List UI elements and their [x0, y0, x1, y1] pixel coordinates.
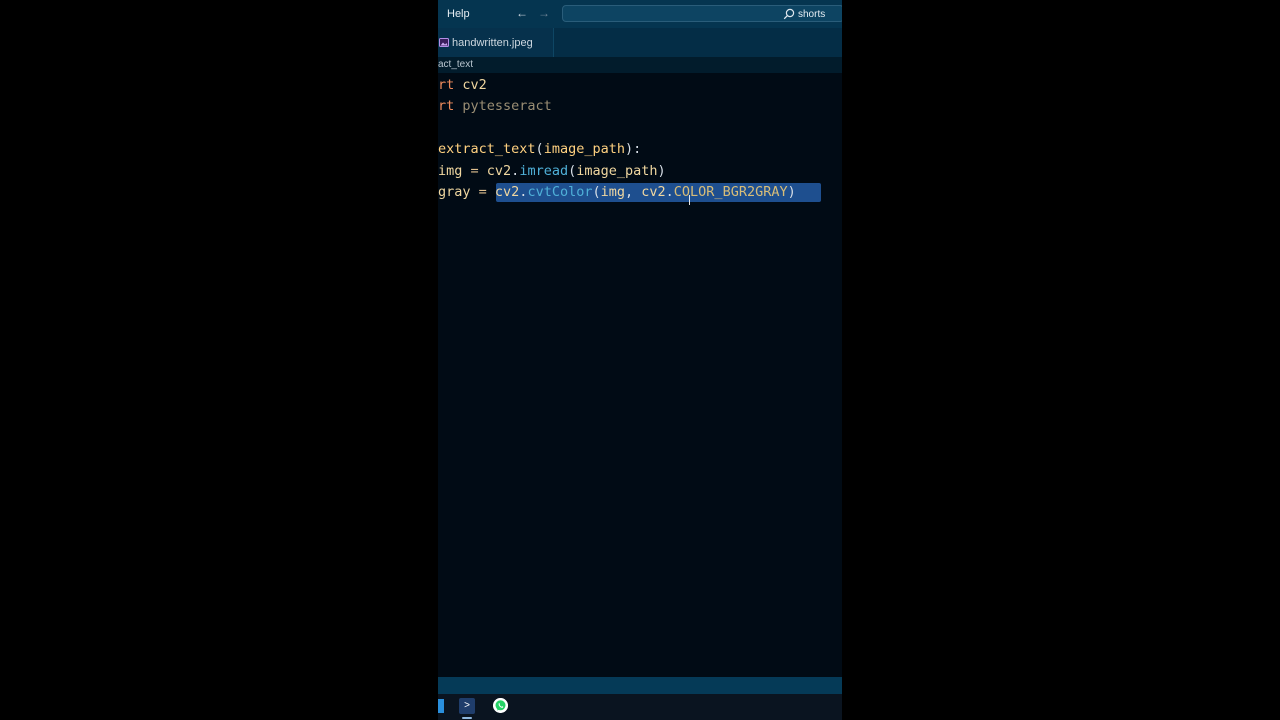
search-text: shorts [798, 9, 826, 20]
import-keyword: rt [438, 77, 455, 93]
comma: , [625, 184, 642, 200]
constant: COLOR_BGR2GRAY [673, 184, 788, 200]
whatsapp-icon[interactable] [493, 698, 508, 713]
function-name: extract_text [438, 141, 536, 157]
variable: gray [438, 184, 471, 200]
object: cv2 [641, 184, 666, 200]
active-indicator [462, 717, 472, 719]
menu-help[interactable]: Help [447, 8, 470, 20]
title-bar: Help ← → shorts [438, 0, 842, 28]
module-name: pytesseract [462, 98, 552, 114]
paren-open: ( [568, 163, 577, 179]
argument: image_path [576, 163, 658, 179]
paren-open: ( [592, 184, 601, 200]
object: cv2 [494, 184, 520, 200]
import-keyword: rt [438, 98, 455, 114]
operator: = [462, 163, 487, 179]
editor-window: Help ← → shorts handwritten.jpeg act_tex… [438, 0, 842, 720]
powershell-icon[interactable]: > [459, 698, 475, 714]
tab-bar: handwritten.jpeg [438, 28, 842, 57]
paren-open: ( [535, 141, 544, 157]
back-arrow-icon[interactable]: ← [516, 6, 528, 20]
mouse-ibeam-cursor [689, 195, 690, 205]
module-name: cv2 [462, 77, 487, 93]
code-editor[interactable]: rt cv2 rt pytesseract extract_text(image… [438, 73, 842, 677]
tab-handwritten-jpeg[interactable]: handwritten.jpeg [438, 28, 554, 57]
paren-close: ) [657, 163, 666, 179]
method-name: cvtColor [527, 184, 593, 200]
code-line-1: rt cv2 [438, 75, 487, 95]
parameter: image_path [543, 141, 625, 157]
object: cv2 [486, 163, 512, 179]
dot: . [665, 184, 674, 200]
image-icon [439, 38, 449, 47]
tab-label: handwritten.jpeg [452, 37, 533, 49]
status-bar [438, 677, 842, 694]
variable: img [438, 163, 463, 179]
code-line-2: rt pytesseract [438, 96, 552, 116]
code-line-4: extract_text(image_path): [438, 139, 641, 159]
command-center-search[interactable]: shorts [562, 5, 842, 22]
taskbar: > [438, 694, 842, 720]
argument: img [600, 184, 625, 200]
paren-close: ) [787, 184, 796, 200]
breadcrumb-bar: act_text [438, 57, 842, 73]
method-name: imread [519, 163, 569, 179]
code-line-6: gray = cv2.cvtColor(img, cv2.COLOR_BGR2G… [438, 182, 796, 202]
forward-arrow-icon[interactable]: → [538, 6, 550, 20]
breadcrumb[interactable]: act_text [438, 59, 473, 70]
code-line-5: img = cv2.imread(image_path) [438, 161, 666, 181]
operator: = [470, 184, 495, 200]
vscode-icon[interactable] [438, 699, 444, 713]
paren-close: ): [624, 141, 642, 157]
search-icon [783, 8, 795, 20]
